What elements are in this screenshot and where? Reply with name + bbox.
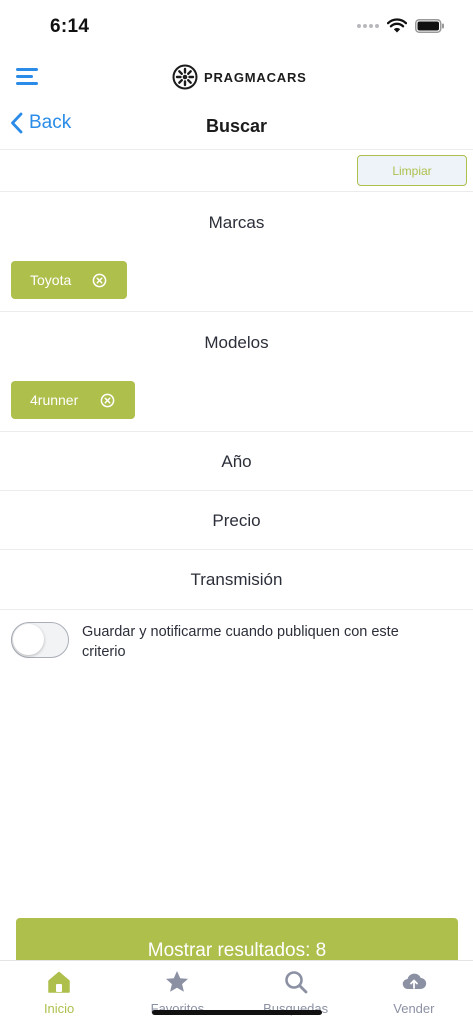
models-section: Modelos 4runner [0, 312, 473, 432]
menu-icon-line [16, 75, 33, 78]
menu-button[interactable] [16, 66, 40, 86]
menu-icon-line [16, 82, 38, 85]
app-header: PRAGMACARS [0, 52, 473, 102]
cloud-upload-icon [402, 973, 427, 990]
battery-icon [415, 18, 444, 33]
page-title: Buscar [205, 116, 268, 136]
status-bar: 6:14 [0, 0, 473, 52]
chip-label: 4runner [30, 392, 79, 408]
tab-vender[interactable]: Vender [355, 961, 473, 1024]
brands-section: Marcas Toyota [0, 192, 473, 312]
models-title[interactable]: Modelos [0, 312, 473, 353]
cellular-signal-icon [357, 23, 379, 28]
clear-filters-button[interactable]: Limpiar [357, 155, 467, 186]
tab-label: Inicio [43, 1001, 75, 1016]
brand-logo: PRAGMACARS [172, 64, 307, 90]
menu-icon [16, 68, 38, 71]
wifi-icon [387, 18, 407, 33]
notify-row: Guardar y notificarme cuando publiquen c… [0, 610, 473, 670]
navigation-bar: Back Buscar [0, 102, 473, 150]
price-title: Precio [212, 511, 261, 530]
star-icon [166, 971, 189, 992]
toggle-knob [13, 624, 44, 655]
tab-inicio[interactable]: Inicio [0, 961, 118, 1024]
year-title: Año [221, 452, 252, 471]
notify-toggle[interactable] [11, 622, 69, 658]
notify-label: Guardar y notificarme cuando publiquen c… [82, 624, 399, 660]
brand-wheel-icon [172, 64, 198, 90]
close-circle-icon[interactable] [100, 393, 115, 408]
year-section[interactable]: Año [0, 432, 473, 491]
search-icon [284, 971, 308, 994]
brands-title[interactable]: Marcas [0, 192, 473, 233]
brand-name: PRAGMACARS [204, 69, 307, 85]
chip-label: Toyota [30, 272, 72, 288]
model-chip-4runner[interactable]: 4runner [11, 381, 135, 419]
transmission-title: Transmisión [190, 570, 283, 589]
status-time: 6:14 [50, 16, 90, 37]
brand-chip-toyota[interactable]: Toyota [11, 261, 127, 299]
tab-label: Vender [393, 1001, 435, 1016]
home-indicator [152, 1010, 322, 1015]
close-circle-icon[interactable] [92, 273, 107, 288]
transmission-section[interactable]: Transmisión [0, 550, 473, 610]
home-icon [48, 971, 70, 993]
price-section[interactable]: Precio [0, 491, 473, 550]
clear-row: Limpiar [0, 150, 473, 192]
status-icons [357, 18, 445, 33]
